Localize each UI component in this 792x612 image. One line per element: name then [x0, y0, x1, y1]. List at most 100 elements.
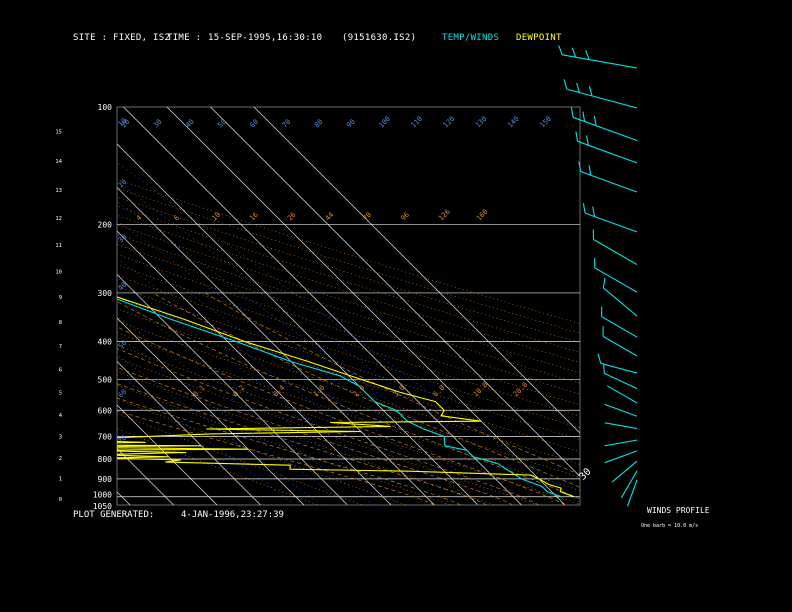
- wind-barb-shaft: [602, 335, 638, 357]
- wind-barb-shaft: [620, 470, 638, 499]
- height-km-label: 6: [59, 368, 62, 374]
- theta-e-label: 96: [399, 211, 411, 223]
- mixing-ratio-label: 0.2: [232, 384, 247, 399]
- theta-e-label: 6: [173, 214, 182, 223]
- wind-barb-flag: [563, 79, 568, 90]
- height-km-label: 10: [55, 269, 62, 275]
- mixing-ratio-label: 0.4: [272, 384, 287, 399]
- pressure-tick-label: 700: [98, 432, 113, 441]
- wind-barb-flag: [592, 206, 596, 217]
- pressure-tick-label: 400: [98, 338, 113, 347]
- dry-adiabat-line: [117, 320, 580, 478]
- theta-label: 80: [313, 118, 325, 130]
- wind-barb-shaft: [572, 116, 638, 142]
- wind-barb-shaft: [604, 439, 638, 447]
- dry-adiabat-line: [117, 370, 495, 505]
- wind-barb-flag: [588, 86, 593, 97]
- dry-adiabat-line: [117, 357, 539, 505]
- moist-adiabat-line: [117, 366, 513, 505]
- wind-barb-flag: [585, 50, 590, 60]
- wind-barb-flag: [575, 131, 579, 142]
- moist-adiabat-line: [117, 410, 435, 505]
- left-theta-label: 60: [117, 388, 129, 400]
- left-theta-label: 20: [117, 178, 129, 190]
- theta-label: 50: [216, 118, 228, 130]
- pressure-tick-label: 1050: [93, 502, 112, 511]
- dry-adiabat-line: [117, 398, 407, 505]
- height-km-label: 9: [59, 295, 62, 301]
- theta-label: 130: [474, 115, 489, 130]
- pressure-tick-label: 500: [98, 375, 113, 384]
- wind-barb-shaft: [580, 170, 638, 193]
- pressure-tick-label: 900: [98, 475, 113, 484]
- pressure-tick-label: 800: [98, 455, 113, 464]
- left-theta-label: 70: [117, 434, 129, 446]
- theta-label: 140: [506, 115, 521, 130]
- theta-label: 40: [184, 118, 196, 130]
- wind-barb-shaft: [604, 422, 638, 430]
- mixing-ratio-label: 1.0: [312, 384, 327, 399]
- theta-e-label: 4: [135, 214, 144, 223]
- pressure-tick-label: 100: [98, 103, 113, 112]
- wind-barb-flag: [571, 47, 577, 58]
- wind-barb-shaft: [577, 140, 638, 164]
- isotherm-line: [117, 187, 435, 505]
- moist-adiabat-line: [117, 301, 580, 500]
- height-km-label: 0: [59, 497, 62, 503]
- wind-profile-note: One barb = 10.0 m/s: [641, 523, 698, 529]
- pressure-tick-label: 1000: [93, 491, 112, 500]
- mixing-ratio-line: [117, 181, 557, 505]
- theta-label: 120: [442, 115, 457, 130]
- theta-label: 30: [152, 118, 164, 130]
- isotherm-line: [253, 107, 580, 434]
- mixing-ratio-line: [117, 258, 453, 505]
- dry-adiabat-line: [117, 344, 580, 505]
- pressure-tick-label: 200: [98, 220, 113, 229]
- wind-barb-flag: [582, 111, 586, 122]
- theta-label: 70: [281, 118, 293, 130]
- wind-barb-shaft: [601, 316, 638, 338]
- theta-e-label: 160: [475, 208, 490, 223]
- mixing-ratio-label: 6.0: [432, 384, 447, 399]
- theta-label: 150: [538, 115, 553, 130]
- temperature-profile-line: [117, 296, 575, 498]
- theta-label: 100: [377, 115, 392, 130]
- height-km-label: 2: [59, 456, 62, 462]
- wind-barb-shaft: [584, 212, 638, 233]
- theta-e-label: 70: [362, 211, 374, 223]
- theta-e-label: 16: [248, 211, 260, 223]
- height-km-label: 7: [59, 344, 62, 350]
- wind-barb-shaft: [600, 362, 638, 374]
- mixing-ratio-label: 2.0: [352, 384, 367, 399]
- wind-barb-shaft: [611, 460, 638, 483]
- wind-barb-flag: [602, 363, 605, 374]
- height-km-label: 15: [55, 129, 62, 135]
- isotherm-line: [0, 107, 87, 505]
- dry-adiabat-line: [117, 297, 580, 453]
- height-km-label: 1: [59, 477, 62, 483]
- mixing-ratio-label: 20.0: [512, 381, 530, 399]
- moist-adiabat-line: [117, 397, 461, 505]
- moist-adiabat-line: [117, 383, 487, 505]
- isotherm-line: [0, 107, 43, 505]
- wind-barb-shaft: [594, 267, 638, 293]
- pressure-tick-label: 600: [98, 406, 113, 415]
- height-km-label: 13: [55, 188, 62, 194]
- height-km-label: 12: [55, 216, 62, 222]
- wind-barb-flag: [586, 135, 589, 146]
- wind-barb-flag: [602, 277, 606, 288]
- wind-barb-shaft: [604, 450, 638, 464]
- wind-barb-flag: [588, 165, 592, 176]
- skew-t-chart: 1002003004005006007008009001000105001234…: [0, 45, 710, 529]
- theta-e-label: 126: [437, 208, 452, 223]
- mixing-ratio-label: 3.0: [392, 384, 407, 399]
- height-km-label: 14: [55, 159, 62, 165]
- wind-barb-flag: [576, 82, 580, 93]
- wind-barb-shaft: [562, 54, 638, 69]
- theta-e-label: 26: [286, 211, 298, 223]
- wind-barb-shaft: [604, 403, 638, 417]
- mixing-ratio-line: [117, 200, 531, 505]
- left-theta-label: 40: [117, 281, 129, 293]
- height-km-label: 5: [59, 390, 62, 396]
- mixing-ratio-label: 0.1: [192, 384, 207, 399]
